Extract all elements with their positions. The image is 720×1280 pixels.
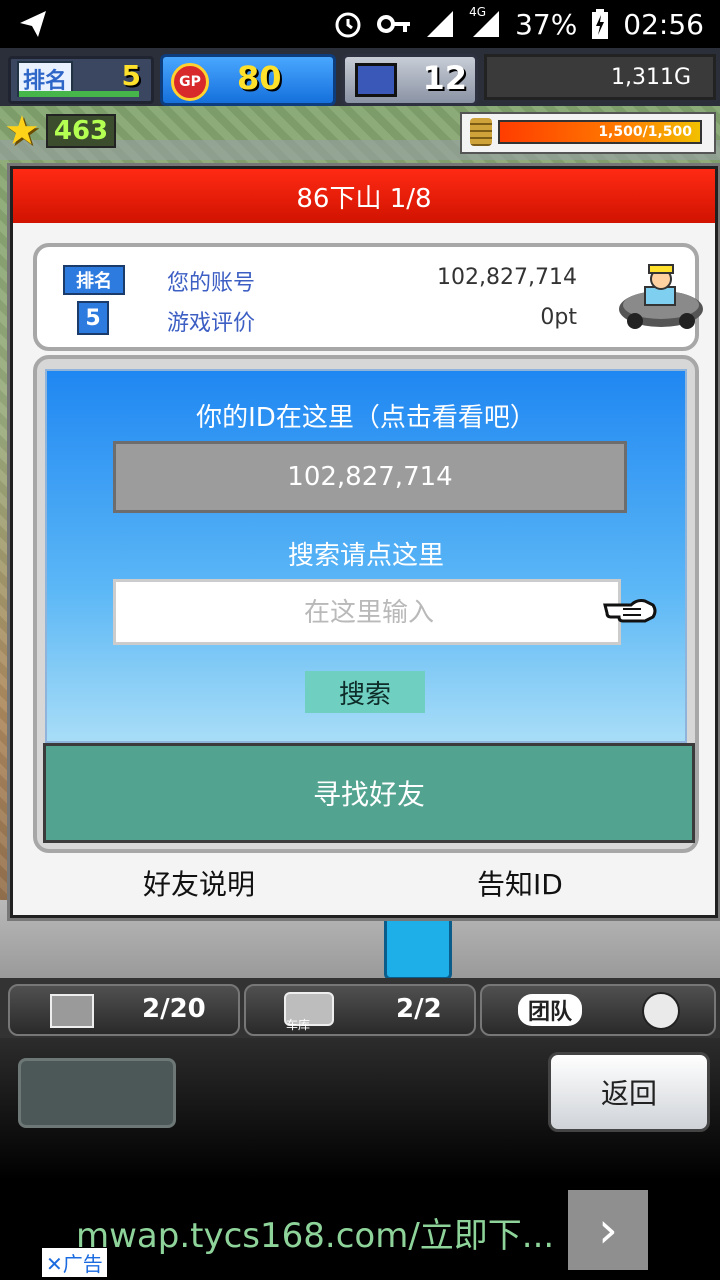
account-card: 排名 5 您的账号 102,827,714 游戏评价 0pt [33,243,703,351]
star-value: 463 [45,114,117,148]
rank-display[interactable]: 排名 5 [8,56,154,104]
computer-display[interactable]: 12 [342,54,478,106]
ad-text[interactable]: mwap.tycs168.com/立即下... [76,1208,554,1257]
status-right: 4G 37% 02:56 [333,5,704,42]
rank-value: 5 [121,59,141,92]
tab-items[interactable]: 2/20 [8,984,240,1036]
send-icon [16,8,50,40]
star-display: ★ 463 [4,108,117,154]
status-bar: 4G 37% 02:56 [0,0,720,48]
dialog-title: 86下山 1/8 [13,169,715,223]
gp-coin-icon: GP [171,63,209,101]
gp-value: 80 [237,59,282,97]
item-box-icon [50,994,94,1028]
search-hint: 搜索请点这里 [287,541,444,571]
return-button[interactable]: 返回 [548,1052,710,1132]
bottom-tabs: 2/20 车库 2/2 团队 [0,978,720,1038]
search-button[interactable]: 搜索 [305,671,425,713]
computer-value: 12 [422,59,467,97]
tab-garage[interactable]: 车库 2/2 [244,984,476,1036]
gp-display[interactable]: GP 80 [160,54,336,106]
alarm-icon [333,9,363,39]
bottom-bar: 返回 [0,1038,720,1180]
friend-id-input-box[interactable] [113,579,622,645]
garage-label: 车库 [286,1018,311,1032]
energy-display: 1,500/1,500 [460,112,716,154]
rating-label: 游戏评价 [167,311,256,336]
money-display: 1,311G [484,54,716,100]
my-id-box[interactable]: 102,827,714 [113,441,627,513]
clock: 02:56 [623,7,704,41]
signal-icon [425,9,455,39]
coin-stack-icon [470,118,492,146]
search-frame: 你的ID在这里（点击看看吧） 102,827,714 搜索请点这里 搜索 寻找好… [33,355,699,853]
team-avatar-icon [642,992,680,1030]
empty-slot [18,1058,176,1128]
rank-number: 5 [77,301,109,335]
car-avatar-icon [615,257,707,337]
id-prompt[interactable]: 你的ID在这里（点击看看吧） [47,397,685,434]
energy-bar: 1,500/1,500 [498,120,702,144]
network-4g-icon: 4G [469,5,501,39]
pointing-hand-icon [601,589,657,629]
friends-dialog: 86下山 1/8 排名 5 您的账号 102,827,714 游戏评价 0pt … [10,166,718,918]
notify-id-link[interactable]: 告知ID [477,863,563,903]
battery-percent: 37% [515,7,578,41]
battery-icon [591,9,609,39]
rating-value: 0pt [540,305,577,330]
garage-count: 2/2 [396,994,442,1024]
network-type: 4G [469,5,486,19]
ad-close-badge[interactable]: ✕广告 [42,1248,107,1277]
key-icon [377,12,411,36]
ad-banner[interactable]: mwap.tycs168.com/立即下... › ✕广告 [0,1180,720,1280]
id-search-panel: 你的ID在这里（点击看看吧） 102,827,714 搜索请点这里 搜索 [45,369,687,743]
rank-badge: 排名 [63,265,125,295]
items-count: 2/20 [142,994,206,1024]
friend-id-input[interactable] [116,582,622,644]
find-friends-button[interactable]: 寻找好友 [43,743,695,843]
team-label: 团队 [518,994,583,1026]
rank-progress-bar [19,91,139,97]
friend-info-link[interactable]: 好友说明 [143,863,255,903]
account-label: 您的账号 [167,271,256,296]
star-icon: ★ [4,108,40,154]
ad-arrow-button[interactable]: › [568,1190,648,1270]
trash-can-icon [384,914,452,980]
tab-team[interactable]: 团队 [480,984,716,1036]
computer-icon [355,63,397,97]
account-value: 102,827,714 [437,265,577,290]
